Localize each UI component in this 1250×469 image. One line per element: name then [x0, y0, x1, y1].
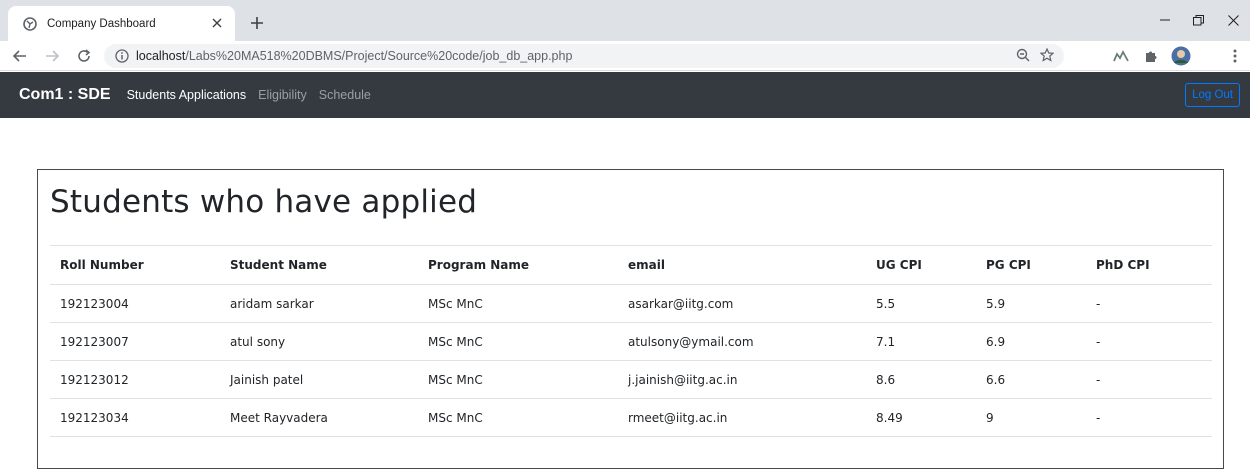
- column-header: UG CPI: [866, 245, 976, 285]
- column-header: Program Name: [418, 245, 618, 285]
- table-row: 192123012 Jainish patel MSc MnC j.jainis…: [50, 360, 1212, 399]
- window-close-icon[interactable]: [1222, 9, 1244, 31]
- table-cell: rmeet@iitg.ac.in: [618, 398, 866, 437]
- kebab-menu-icon[interactable]: [1224, 45, 1246, 67]
- url-path: /Labs%20MA518%20DBMS/Project/Source%20co…: [185, 49, 573, 63]
- page-title: Students who have applied: [50, 184, 478, 220]
- table-cell: -: [1086, 398, 1212, 437]
- table-cell: Jainish patel: [220, 360, 418, 399]
- table-cell: MSc MnC: [418, 322, 618, 361]
- browser-tabstrip: Company Dashboard: [0, 0, 1250, 41]
- browser-tab[interactable]: Company Dashboard: [8, 6, 235, 41]
- table-row: 192123007 atul sony MSc MnC atulsony@yma…: [50, 322, 1212, 361]
- reload-icon[interactable]: [72, 44, 96, 68]
- navbar-brand[interactable]: Com1 : SDE: [19, 86, 111, 104]
- table-cell: 7.1: [866, 322, 976, 361]
- table-cell: -: [1086, 322, 1212, 361]
- url-text: localhost/Labs%20MA518%20DBMS/Project/So…: [136, 49, 572, 63]
- table-cell: 192123004: [50, 284, 220, 323]
- table-cell: MSc MnC: [418, 398, 618, 437]
- info-icon[interactable]: [114, 48, 130, 64]
- address-bar[interactable]: localhost/Labs%20MA518%20DBMS/Project/So…: [104, 44, 1064, 68]
- table-cell: atulsony@ymail.com: [618, 322, 866, 361]
- omnibox-actions: [1016, 47, 1055, 66]
- table-cell: 192123012: [50, 360, 220, 399]
- table-cell: 9: [976, 398, 1086, 437]
- table-cell: 192123034: [50, 398, 220, 437]
- avatar[interactable]: [1170, 45, 1192, 67]
- applications-card: Students who have applied Roll Number St…: [37, 169, 1224, 469]
- browser-toolbar: localhost/Labs%20MA518%20DBMS/Project/So…: [0, 41, 1250, 71]
- minimize-icon[interactable]: [1154, 9, 1176, 31]
- table-cell: 6.9: [976, 322, 1086, 361]
- column-header: email: [618, 245, 866, 285]
- table-header-row: Roll Number Student Name Program Name em…: [50, 245, 1212, 285]
- table-cell: 5.9: [976, 284, 1086, 323]
- column-header: PG CPI: [976, 245, 1086, 285]
- table-cell: 5.5: [866, 284, 976, 323]
- table-cell: atul sony: [220, 322, 418, 361]
- table-row: 192123004 aridam sarkar MSc MnC asarkar@…: [50, 284, 1212, 323]
- table-cell: 8.6: [866, 360, 976, 399]
- table-cell: -: [1086, 360, 1212, 399]
- nav-link-students-applications[interactable]: Students Applications: [127, 88, 247, 102]
- nav-link-schedule[interactable]: Schedule: [319, 88, 371, 102]
- table-cell: MSc MnC: [418, 284, 618, 323]
- table-cell: aridam sarkar: [220, 284, 418, 323]
- applications-table: Roll Number Student Name Program Name em…: [50, 245, 1212, 437]
- forward-arrow-icon[interactable]: [40, 44, 64, 68]
- app-navbar: Com1 : SDE Students Applications Eligibi…: [0, 72, 1250, 118]
- puzzle-icon[interactable]: [1140, 45, 1162, 67]
- globe-icon: [22, 16, 38, 32]
- new-tab-icon[interactable]: [246, 12, 268, 34]
- column-header: Student Name: [220, 245, 418, 285]
- close-icon[interactable]: [209, 15, 225, 31]
- table-cell: 192123007: [50, 322, 220, 361]
- nav-link-eligibility[interactable]: Eligibility: [258, 88, 307, 102]
- extension-icon[interactable]: [1110, 45, 1132, 67]
- table-cell: asarkar@iitg.com: [618, 284, 866, 323]
- table-cell: MSc MnC: [418, 360, 618, 399]
- star-icon[interactable]: [1039, 47, 1055, 66]
- table-cell: Meet Rayvadera: [220, 398, 418, 437]
- logout-button[interactable]: Log Out: [1185, 83, 1240, 107]
- table-cell: -: [1086, 284, 1212, 323]
- table-cell: 6.6: [976, 360, 1086, 399]
- table-row: 192123034 Meet Rayvadera MSc MnC rmeet@i…: [50, 398, 1212, 437]
- tab-title: Company Dashboard: [47, 17, 156, 30]
- column-header: Roll Number: [50, 245, 220, 285]
- table-cell: 8.49: [866, 398, 976, 437]
- zoom-icon[interactable]: [1016, 47, 1030, 66]
- restore-icon[interactable]: [1187, 9, 1209, 31]
- back-arrow-icon[interactable]: [8, 44, 32, 68]
- table-cell: j.jainish@iitg.ac.in: [618, 360, 866, 399]
- column-header: PhD CPI: [1086, 245, 1212, 285]
- url-host: localhost: [136, 49, 186, 63]
